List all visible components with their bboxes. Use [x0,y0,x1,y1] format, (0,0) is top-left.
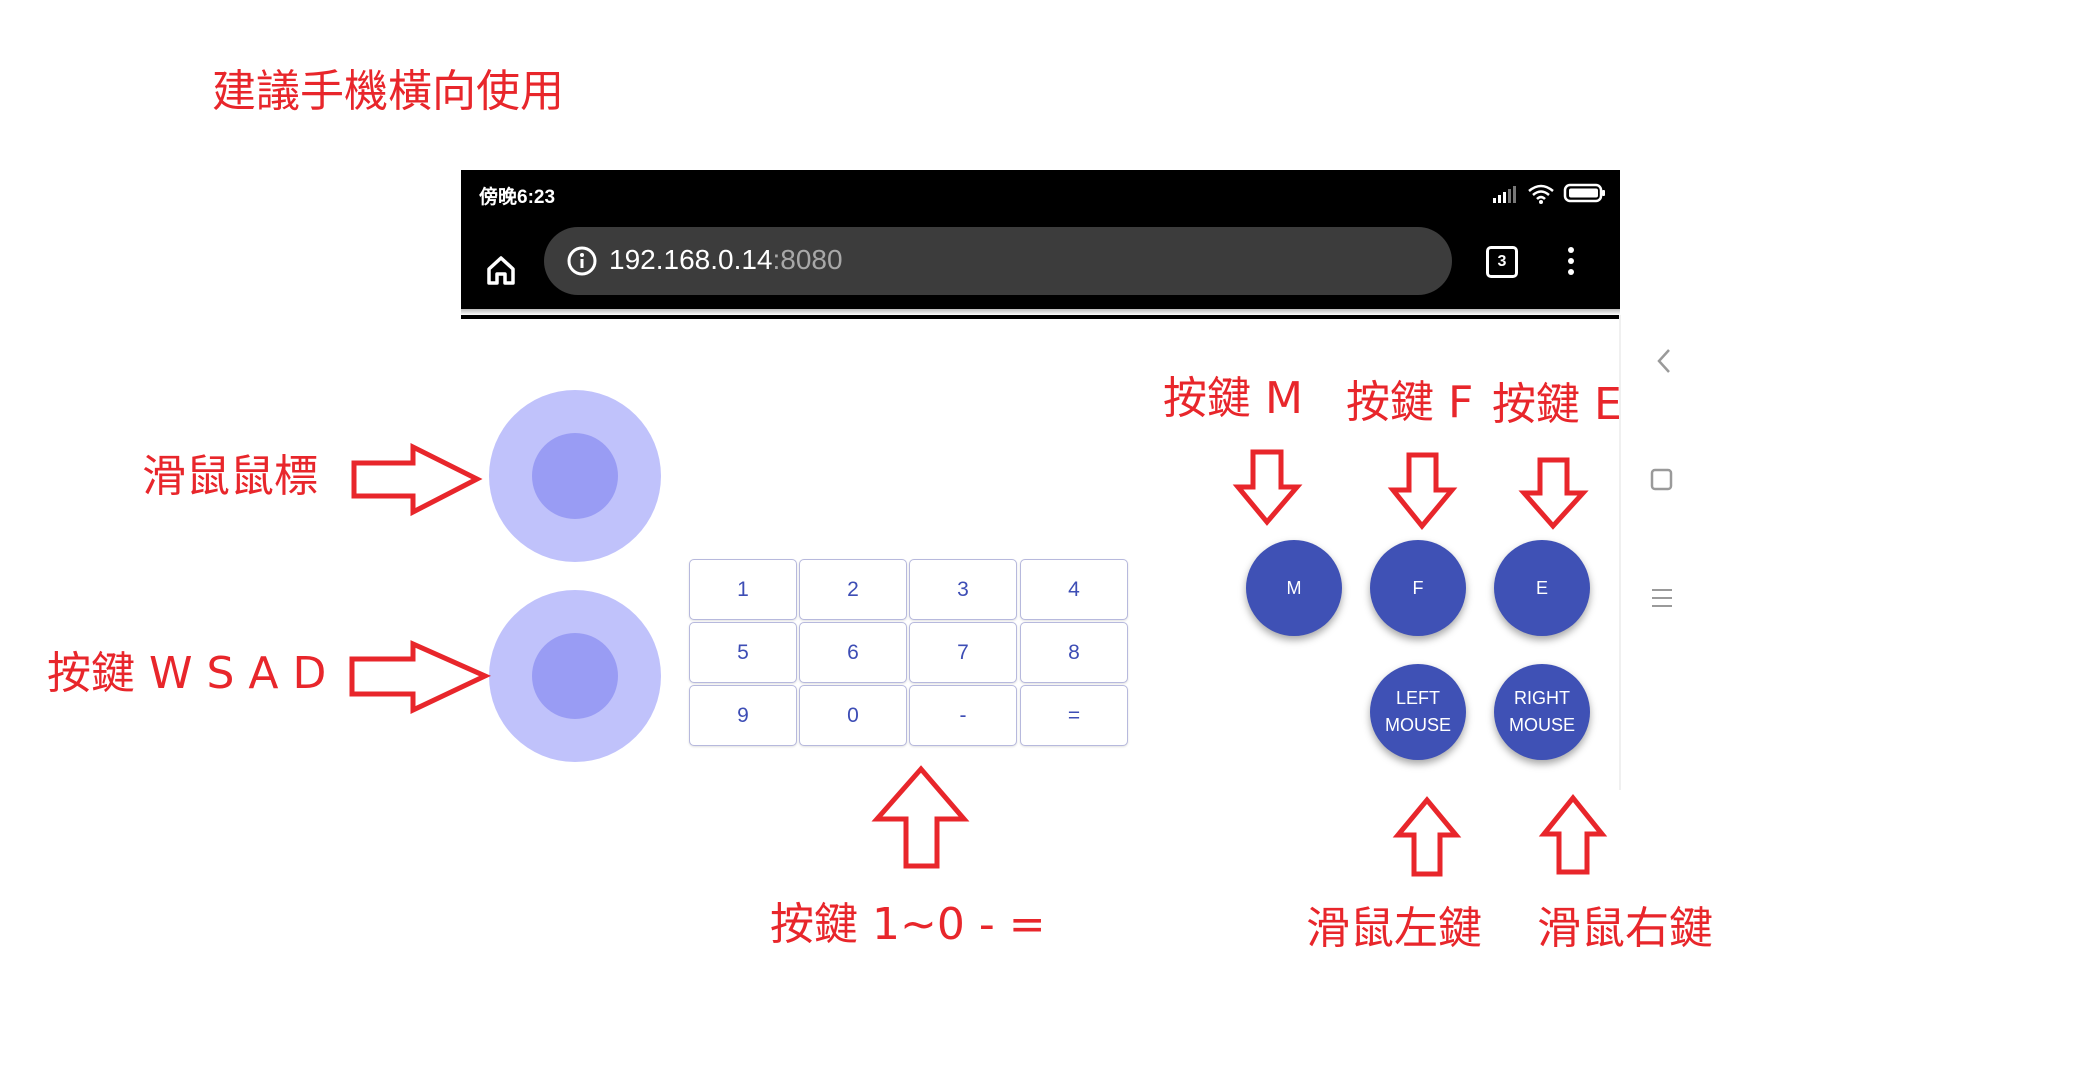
key-2[interactable]: 2 [799,559,907,620]
url-port: :8080 [772,244,843,275]
mouse-left-annotation: 滑鼠左鍵 [1306,903,1482,954]
key-3[interactable]: 3 [909,559,1017,620]
m-button[interactable]: M [1246,540,1342,636]
status-time: 傍晚6:23 [479,187,556,208]
key-5[interactable]: 5 [689,622,797,683]
right-mouse-label-line2: MOUSE [1508,715,1575,735]
arrow-down-f [1387,452,1458,530]
left-mouse-label-line2: MOUSE [1384,715,1451,735]
tabs-icon[interactable]: 3 [1486,246,1518,278]
url-host: 192.168.0.14 [609,244,773,275]
key-0[interactable]: 0 [799,685,907,746]
key-6[interactable]: 6 [799,622,907,683]
back-chevron-icon[interactable] [1654,346,1674,380]
m-button-label: M [1286,577,1302,598]
arrow-up-right-mouse [1538,794,1608,875]
arrow-up-keypad [871,765,970,869]
url-text[interactable]: 192.168.0.14:8080 [609,244,843,276]
left-mouse-label-line1: LEFT [1395,688,1440,708]
e-button-label: E [1535,577,1548,598]
key-equals[interactable]: = [1020,685,1128,746]
arrow-up-left-mouse [1392,796,1462,877]
arrow-right-wsad [349,640,492,714]
left-mouse-button[interactable]: LEFT MOUSE [1370,664,1466,760]
arrow-down-m [1232,449,1303,526]
f-button-label: F [1412,577,1424,598]
signal-icon [1491,184,1519,208]
key-1[interactable]: 1 [689,559,797,620]
mouse-joystick[interactable] [489,390,661,562]
wsad-joystick-knob[interactable] [532,633,618,719]
wsad-annotation: 按鍵 W S A D [47,648,327,699]
info-icon[interactable] [566,245,598,281]
f-button[interactable]: F [1370,540,1466,636]
key-minus[interactable]: - [909,685,1017,746]
key-7[interactable]: 7 [909,622,1017,683]
wifi-icon [1526,182,1556,210]
more-vert-icon[interactable] [1566,247,1576,279]
arrow-down-e [1518,457,1589,530]
key-4[interactable]: 4 [1020,559,1128,620]
mouse-cursor-annotation: 滑鼠鼠標 [142,451,318,502]
square-icon[interactable] [1650,468,1674,496]
key-9[interactable]: 9 [689,685,797,746]
right-mouse-label-line1: RIGHT [1513,688,1570,708]
status-bar: 傍晚6:23 [461,170,1620,222]
number-keys-annotation: 按鍵 1~0 - = [770,899,1046,950]
menu-lines-icon[interactable] [1650,587,1674,613]
toolbar-shadow [461,309,1620,315]
wsad-joystick[interactable] [489,590,661,762]
arrow-right-mouse [351,442,483,517]
battery-icon [1563,182,1607,208]
mouse-right-annotation: 滑鼠右鍵 [1537,903,1713,954]
e-button[interactable]: E [1494,540,1590,636]
landscape-hint: 建議手機橫向使用 [212,66,564,117]
key-f-annotation: 按鍵 F [1346,377,1474,428]
home-icon[interactable] [481,250,521,290]
right-mouse-button[interactable]: RIGHT MOUSE [1494,664,1590,760]
page-edge [1619,315,1621,790]
mouse-joystick-knob[interactable] [532,433,618,519]
key-8[interactable]: 8 [1020,622,1128,683]
key-e-annotation: 按鍵 E [1492,379,1622,430]
key-m-annotation: 按鍵 M [1163,373,1303,424]
